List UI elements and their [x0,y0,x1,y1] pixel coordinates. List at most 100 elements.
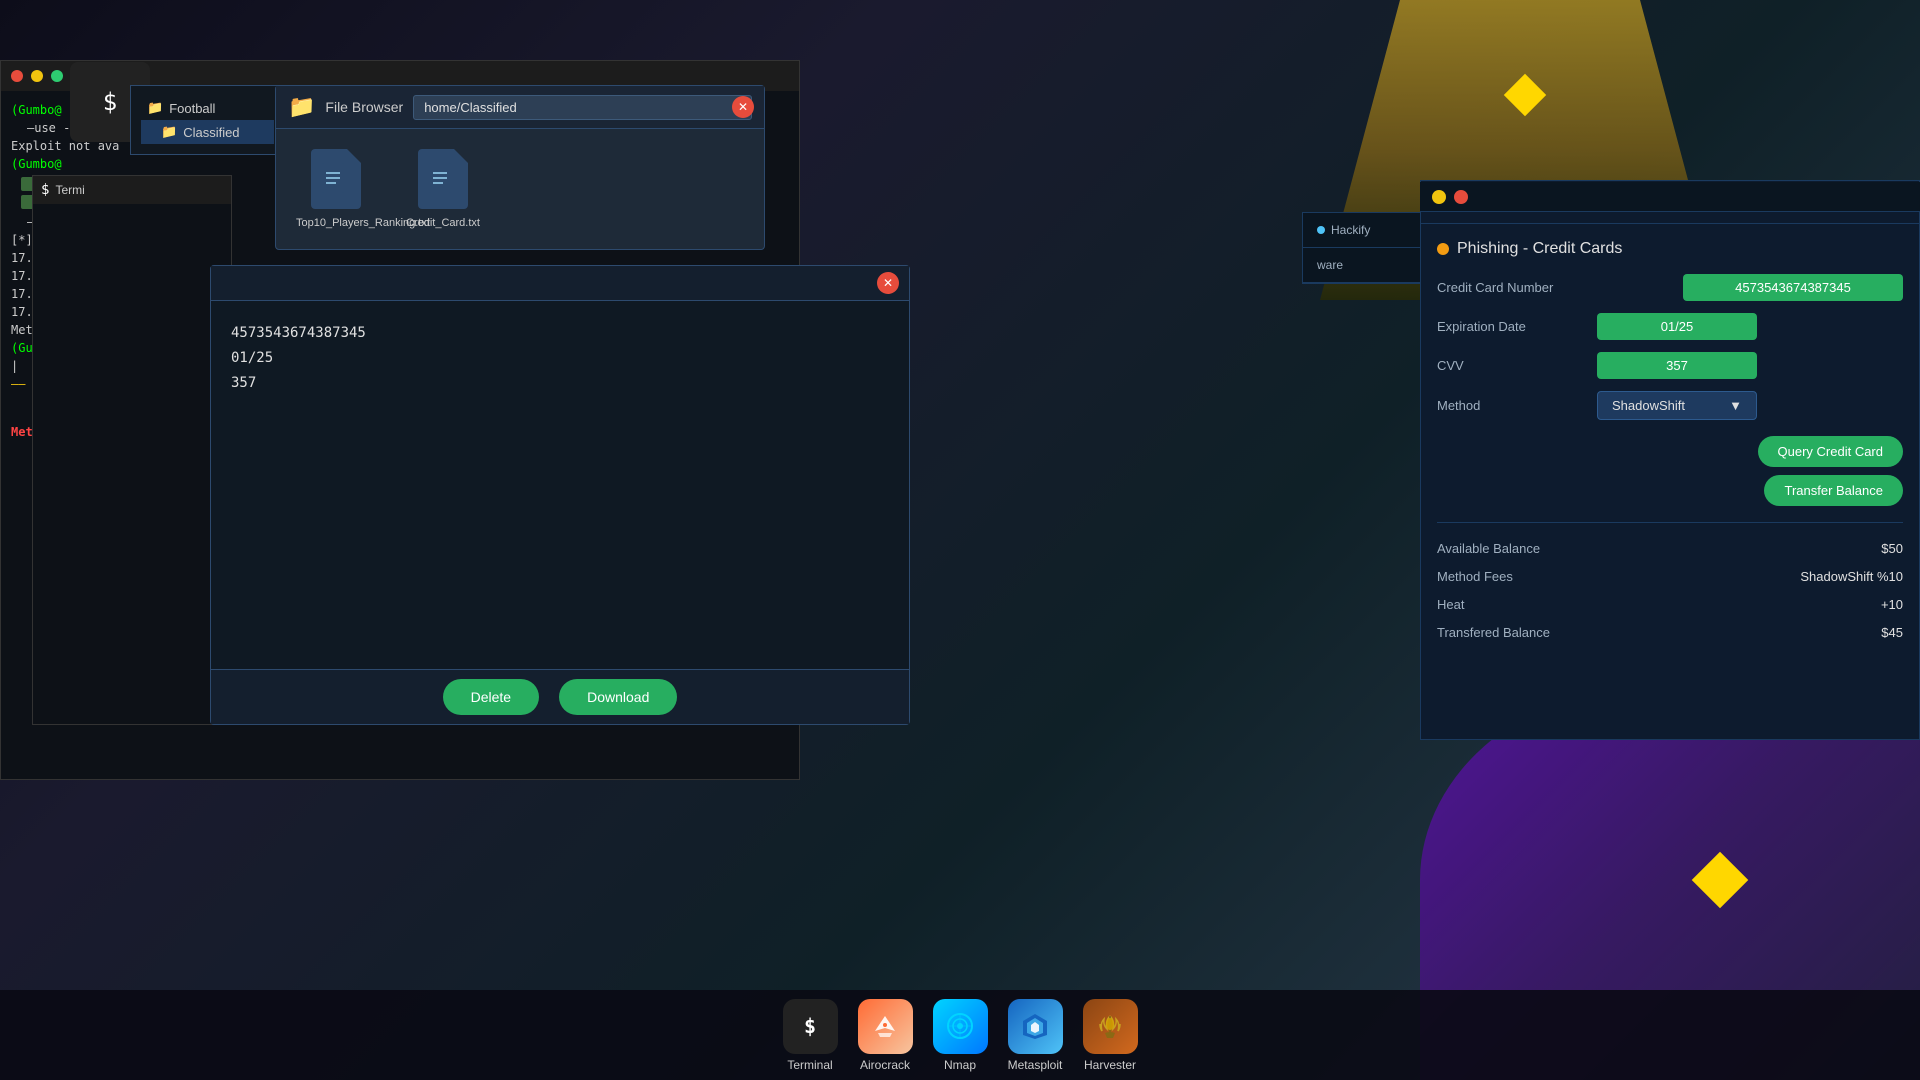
method-dropdown[interactable]: ShadowShift ▼ [1597,391,1757,420]
terminal2-header: $ Termi [33,176,231,204]
file-browser-content: Top10_Players_Ranking.txt Credit_Card.tx… [276,129,764,249]
hackify-panel: Hackify Phishing - Credit Cards Credit C… [1420,180,1920,740]
method-label: Method [1437,398,1597,413]
method-fees-value: ShadowShift %10 [1800,569,1903,584]
phishing-panel-title: Phishing - Credit Cards [1437,240,1903,258]
method-dropdown-arrow: ▼ [1729,398,1742,413]
terminal2-title: Termi [55,183,84,197]
sidebar-label-football: Football [169,101,215,116]
delete-button[interactable]: Delete [443,679,539,715]
file-item-1[interactable]: Top10_Players_Ranking.txt [296,149,376,229]
file-popup-content: 4573543674387345 01/25 357 [211,301,909,669]
sidebar-item-football[interactable]: 📁 Football [141,96,274,120]
transferred-balance-label: Transfered Balance [1437,625,1550,640]
download-button[interactable]: Download [559,679,677,715]
taskbar-terminal-icon: $ [783,999,838,1054]
taskbar-item-metasploit[interactable]: Metasploit [1008,999,1063,1072]
file-browser-close-button[interactable]: ✕ [732,96,754,118]
terminal2-content [33,204,231,232]
transfer-balance-button[interactable]: Transfer Balance [1764,475,1903,506]
taskbar-item-harvester[interactable]: Harvester [1083,999,1138,1072]
file-name-2: Credit_Card.txt [406,217,480,229]
credit-card-row: Credit Card Number 4573543674387345 [1437,274,1903,301]
credit-card-value[interactable]: 4573543674387345 [1683,274,1903,301]
terminal-close-dot[interactable] [11,70,23,82]
taskbar-item-nmap[interactable]: Nmap [933,999,988,1072]
phishing-title-dot [1437,243,1449,255]
method-value: ShadowShift [1612,398,1685,413]
taskbar-item-terminal[interactable]: $ Terminal [783,999,838,1072]
taskbar-harvester-icon [1083,999,1138,1054]
file-popup-footer: Delete Download [211,669,909,724]
hackify-minimize-button[interactable] [1432,190,1446,204]
file-popup-line-1: 4573543674387345 [231,321,889,346]
method-row: Method ShadowShift ▼ [1437,391,1903,420]
hackify-nav-dot [1317,226,1325,234]
hackify-close-button[interactable] [1454,190,1468,204]
hackify-nav-ware: ware [1317,258,1343,272]
folder-sidebar: 📁 Football 📁 Classified [130,85,285,155]
file-popup-line-2: 01/25 [231,346,889,371]
transferred-balance-value: $45 [1881,625,1903,640]
info-grid: Available Balance $50 Method Fees Shadow… [1437,522,1903,647]
file-icon-2 [418,149,468,209]
file-popup-header: ✕ [211,266,909,301]
available-balance-row: Available Balance $50 [1437,535,1903,563]
expiration-row: Expiration Date 01/25 [1437,313,1903,340]
hackify-window-header [1420,182,1920,212]
heat-value: +10 [1881,597,1903,612]
file-content-popup: ✕ 4573543674387345 01/25 357 Delete Down… [210,265,910,725]
taskbar: $ Terminal Airocrack Nmap [0,990,1920,1080]
cvv-value[interactable]: 357 [1597,352,1757,379]
sidebar-label-classified: Classified [183,125,239,140]
taskbar-metasploit-icon [1008,999,1063,1054]
taskbar-metasploit-label: Metasploit [1008,1058,1063,1072]
available-balance-label: Available Balance [1437,541,1540,556]
credit-card-label: Credit Card Number [1437,280,1597,295]
hackify-nav-label: Hackify [1331,223,1370,237]
file-browser-path[interactable]: home/Classified [413,95,752,120]
terminal-max-dot[interactable] [51,70,63,82]
method-fees-row: Method Fees ShadowShift %10 [1437,563,1903,591]
file-item-2[interactable]: Credit_Card.txt [406,149,480,229]
file-popup-line-3: 357 [231,371,889,396]
file-icon-1 [311,149,361,209]
taskbar-harvester-label: Harvester [1084,1058,1136,1072]
action-buttons: Query Credit Card Transfer Balance [1437,436,1903,506]
hackify-sidebar: Hackify ware [1302,212,1422,284]
expiration-label: Expiration Date [1437,319,1597,334]
taskbar-airocrack-label: Airocrack [860,1058,910,1072]
folder-icon-classified: 📁 [161,124,177,140]
taskbar-nmap-icon [933,999,988,1054]
cvv-label: CVV [1437,358,1597,373]
file-browser-window: 📁 File Browser home/Classified ✕ Top10_P… [275,85,765,250]
sidebar-item-classified[interactable]: 📁 Classified [141,120,274,144]
file-browser-title: File Browser [325,99,403,115]
cvv-row: CVV 357 [1437,352,1903,379]
hackify-nav-item-hackify[interactable]: Hackify [1303,213,1421,248]
folder-icon-football: 📁 [147,100,163,116]
phishing-title-text: Phishing - Credit Cards [1457,240,1622,258]
terminal-icon-symbol: $ [103,88,117,116]
method-fees-label: Method Fees [1437,569,1513,584]
file-browser-folder-icon: 📁 [288,94,315,120]
file-name-1: Top10_Players_Ranking.txt [296,217,376,229]
terminal-second-window: $ Termi [32,175,232,725]
hackify-nav-item-ware[interactable]: ware [1303,248,1421,283]
available-balance-value: $50 [1881,541,1903,556]
file-browser-header: 📁 File Browser home/Classified ✕ [276,86,764,129]
heat-row: Heat +10 [1437,591,1903,619]
taskbar-terminal-label: Terminal [787,1058,832,1072]
file-popup-close-button[interactable]: ✕ [877,272,899,294]
heat-label: Heat [1437,597,1464,612]
terminal-taskbar-symbol: $ [804,1014,816,1038]
taskbar-nmap-label: Nmap [944,1058,976,1072]
taskbar-item-airocrack[interactable]: Airocrack [858,999,913,1072]
phishing-panel: Phishing - Credit Cards Credit Card Numb… [1421,224,1919,663]
query-credit-card-button[interactable]: Query Credit Card [1758,436,1903,467]
expiration-value[interactable]: 01/25 [1597,313,1757,340]
terminal2-icon: $ [41,182,49,198]
transferred-balance-row: Transfered Balance $45 [1437,619,1903,647]
taskbar-airocrack-icon [858,999,913,1054]
terminal-min-dot[interactable] [31,70,43,82]
